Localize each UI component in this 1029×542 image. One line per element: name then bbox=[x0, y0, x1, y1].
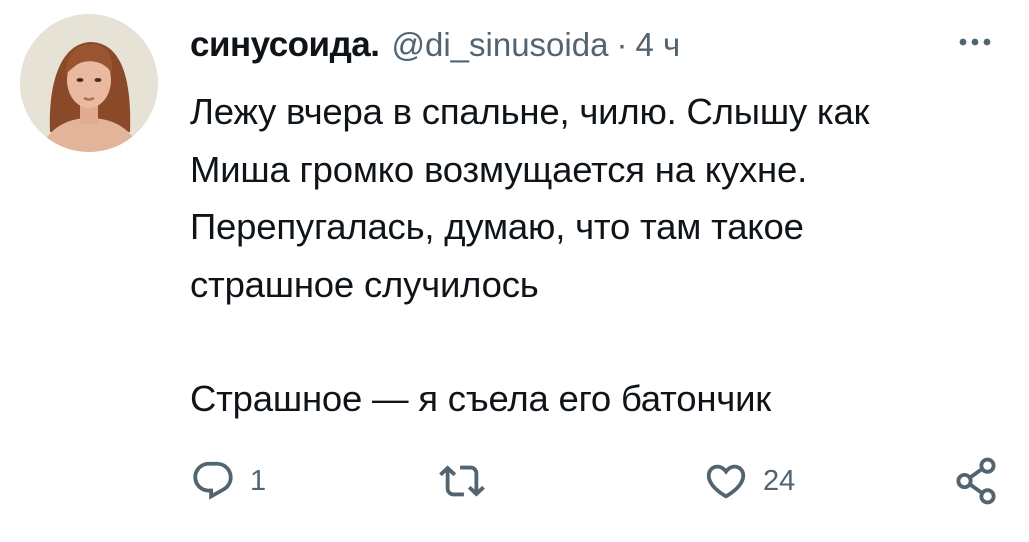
more-options-button[interactable] bbox=[950, 30, 1000, 54]
tweet-text-line: Миша громко возмущается на кухне. bbox=[190, 148, 808, 190]
author-name[interactable]: синусоида. bbox=[190, 25, 380, 65]
tweet-text-line: Перепугалась, думаю, что там такое bbox=[190, 206, 804, 247]
reply-icon bbox=[193, 461, 233, 500]
reply-count: 1 bbox=[250, 464, 267, 497]
tweet-text-line: страшное случилось bbox=[190, 263, 539, 305]
like-count: 24 bbox=[763, 464, 796, 497]
timestamp[interactable]: 4 ч bbox=[635, 26, 680, 64]
tweet-text-line: Лежу вчера в спальне, чилю. Слышу как bbox=[190, 91, 870, 132]
separator: · bbox=[616, 26, 628, 63]
tweet-text-line: Страшное — я съела его батончик bbox=[190, 378, 772, 419]
retweet-button[interactable] bbox=[436, 456, 488, 506]
share-icon bbox=[956, 457, 996, 505]
share-button[interactable] bbox=[953, 456, 999, 506]
like-button[interactable]: 24 bbox=[703, 456, 795, 506]
heart-icon bbox=[706, 464, 746, 499]
reply-button[interactable]: 1 bbox=[190, 456, 266, 506]
more-dots-icon bbox=[959, 38, 991, 46]
retweet-icon bbox=[439, 465, 485, 497]
avatar-image bbox=[20, 14, 158, 152]
tweet-header: синусоида. @di_sinusoida · 4 ч bbox=[190, 22, 680, 68]
avatar[interactable] bbox=[20, 14, 158, 152]
tweet-text: Лежу вчера в спальне, чилю. Слышу как Ми… bbox=[190, 83, 1020, 428]
author-handle[interactable]: @di_sinusoida bbox=[391, 26, 608, 64]
